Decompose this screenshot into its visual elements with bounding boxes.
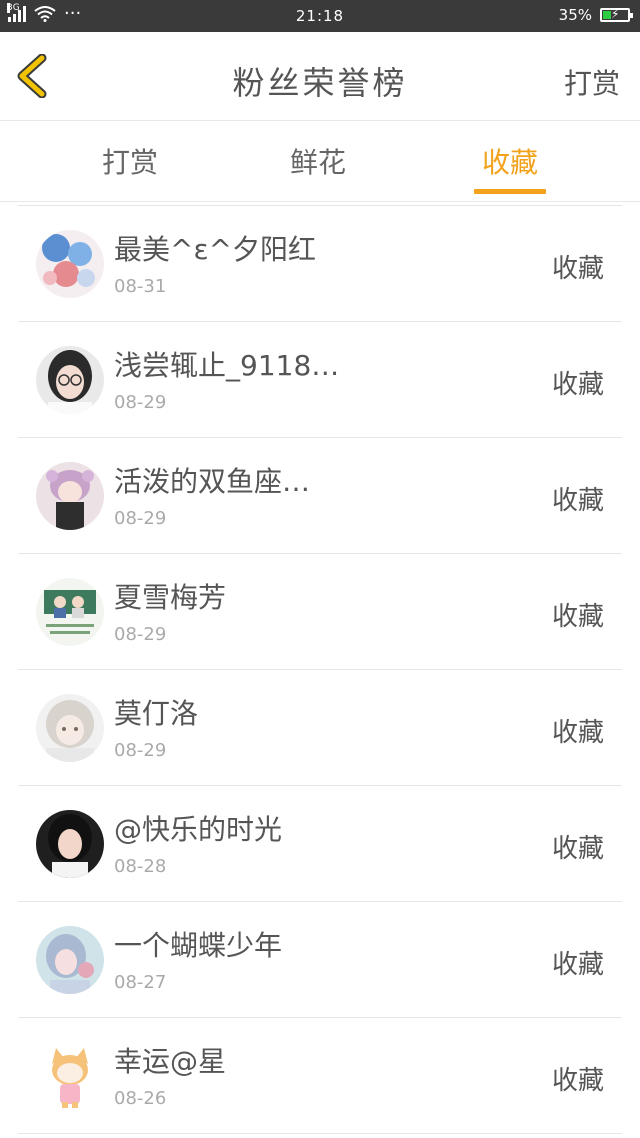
- date: 08-29: [114, 740, 167, 761]
- date: 08-31: [114, 276, 167, 297]
- avatar[interactable]: [36, 578, 104, 646]
- battery-percent: 35%: [558, 6, 592, 24]
- status-bar: 3G ··· 21:18 35% ⚡: [0, 0, 640, 32]
- action-label: 收藏: [551, 254, 604, 284]
- list-item[interactable]: 最美^ε^夕阳红 08-31 收藏: [18, 205, 622, 322]
- action-label: 收藏: [551, 370, 604, 400]
- action-label: 收藏: [551, 602, 604, 632]
- fan-ranking-list: 最美^ε^夕阳红 08-31 收藏 浅尝辄止_9118… 08-29 收藏 活泼…: [0, 205, 640, 1134]
- tab-flowers[interactable]: 鲜花: [258, 141, 378, 181]
- avatar[interactable]: [36, 230, 104, 298]
- active-tab-indicator: [474, 189, 546, 194]
- battery-icon: ⚡: [600, 7, 633, 22]
- list-item[interactable]: 一个蝴蝶少年 08-27 收藏: [18, 902, 622, 1018]
- action-label: 收藏: [551, 718, 604, 748]
- list-item[interactable]: 活泼的双鱼座… 08-29 收藏: [18, 438, 622, 554]
- charging-icon: ⚡: [611, 7, 620, 21]
- list-item[interactable]: 夏雪梅芳 08-29 收藏: [18, 554, 622, 670]
- user-name: 夏雪梅芳: [114, 581, 227, 614]
- avatar[interactable]: [36, 462, 104, 530]
- action-label: 收藏: [551, 834, 604, 864]
- user-name: 一个蝴蝶少年: [114, 929, 283, 962]
- date: 08-27: [114, 972, 167, 993]
- list-item[interactable]: 莫仃洛 08-29 收藏: [18, 670, 622, 786]
- user-name: 浅尝辄止_9118…: [114, 349, 340, 382]
- date: 08-29: [114, 392, 167, 413]
- action-label: 收藏: [551, 950, 604, 980]
- action-label: 收藏: [551, 1066, 604, 1096]
- tab-reward[interactable]: 打赏: [70, 141, 190, 181]
- list-item[interactable]: 浅尝辄止_9118… 08-29 收藏: [18, 322, 622, 438]
- clock: 21:18: [295, 7, 345, 25]
- date: 08-29: [114, 508, 167, 529]
- user-name: 莫仃洛: [114, 697, 199, 730]
- avatar[interactable]: [36, 1042, 104, 1110]
- date: 08-29: [114, 624, 167, 645]
- tab-bar: 打赏 鲜花 收藏: [0, 121, 640, 202]
- user-name: 最美^ε^夕阳红: [114, 233, 317, 266]
- action-label: 收藏: [551, 486, 604, 516]
- avatar[interactable]: [36, 346, 104, 414]
- reward-button[interactable]: 打赏: [564, 62, 620, 102]
- top-navigation-bar: 粉丝荣誉榜 打赏: [0, 32, 640, 121]
- page-title: 粉丝荣誉榜: [232, 64, 408, 102]
- date: 08-28: [114, 856, 167, 877]
- user-name: @快乐的时光: [114, 813, 283, 846]
- user-name: 活泼的双鱼座…: [114, 465, 311, 498]
- avatar[interactable]: [36, 926, 104, 994]
- list-item[interactable]: 幸运@星 08-26 收藏: [18, 1018, 622, 1134]
- status-right: 35% ⚡: [558, 6, 633, 24]
- tab-favorites[interactable]: 收藏: [450, 141, 570, 181]
- user-name: 幸运@星: [114, 1045, 227, 1078]
- avatar[interactable]: [36, 810, 104, 878]
- avatar[interactable]: [36, 694, 104, 762]
- date: 08-26: [114, 1088, 167, 1109]
- list-item[interactable]: @快乐的时光 08-28 收藏: [18, 786, 622, 902]
